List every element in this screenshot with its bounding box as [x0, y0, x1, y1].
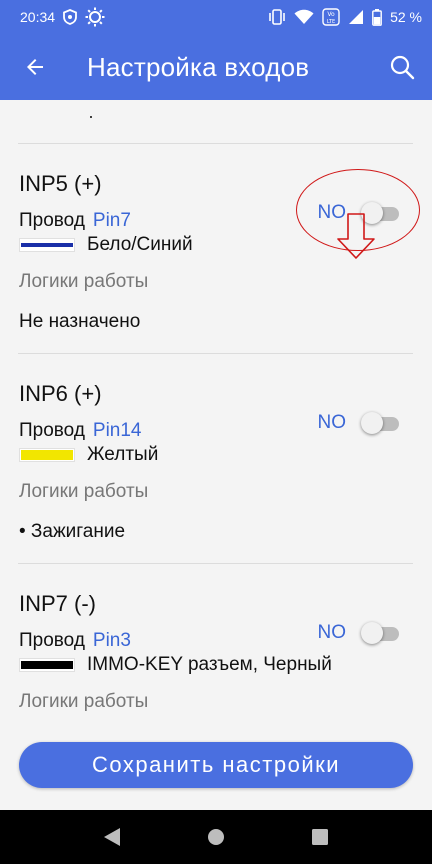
pin-link[interactable]: Pin3: [93, 630, 131, 651]
mode-label: NO: [317, 622, 347, 643]
wire-color-name: Желтый: [87, 444, 159, 465]
logic-label: Логики работы: [19, 271, 149, 292]
wifi-icon: [294, 9, 314, 25]
partial-row-text: ·: [88, 106, 94, 126]
wire-color-name: IMMO-KEY разъем, Черный: [87, 654, 332, 675]
signal-icon: [348, 9, 364, 25]
inputs-list[interactable]: · INP5 (+) Провод Pin7 Бело/Синий Логики …: [0, 100, 432, 810]
shield-icon: [63, 9, 77, 25]
wire-color-row: Желтый: [19, 444, 158, 466]
wire-label: Провод: [19, 420, 85, 441]
wire-row: Провод Pin7: [19, 210, 131, 232]
status-time: 20:34: [20, 9, 56, 25]
annotation-ellipse: [296, 169, 420, 251]
volte-icon: Vo LTE: [322, 8, 340, 26]
wire-label: Провод: [19, 630, 85, 651]
save-settings-button[interactable]: Сохранить настройки: [19, 742, 413, 788]
arrow-back-icon: [27, 59, 43, 75]
status-bar: 20:34 Vo LTE 52 %: [0, 0, 432, 34]
wire-color-row: IMMO-KEY разъем, Черный: [19, 654, 332, 676]
battery-percent: 52 %: [390, 9, 422, 25]
input-title: INP7 (-): [19, 591, 96, 616]
search-button[interactable]: [372, 34, 432, 100]
page-title: Настройка входов: [87, 51, 310, 82]
wire-color-swatch: [19, 238, 75, 252]
mode-label: NO: [317, 412, 347, 433]
wire-label: Провод: [19, 210, 85, 231]
home-circle-icon: [208, 829, 224, 845]
toggle-thumb: [361, 412, 383, 434]
logic-value[interactable]: Не назначено: [19, 311, 140, 333]
wire-color-swatch: [19, 448, 75, 462]
status-bar-right: Vo LTE 52 %: [268, 8, 422, 26]
wire-color-swatch: [19, 658, 75, 672]
input-title: INP6 (+): [19, 381, 102, 406]
app-bar: Настройка входов: [0, 34, 432, 100]
back-button[interactable]: [0, 34, 70, 100]
logic-label: Логики работы: [19, 481, 149, 502]
pin-link[interactable]: Pin7: [93, 210, 131, 231]
logic-label: Логики работы: [19, 691, 149, 712]
back-triangle-icon: [104, 828, 120, 846]
status-bar-left: 20:34: [20, 7, 105, 27]
pin-link[interactable]: Pin14: [93, 420, 142, 441]
wire-row: Провод Pin3: [19, 630, 131, 652]
brightness-icon: [85, 7, 105, 27]
battery-icon: [372, 8, 382, 26]
swatch-stripe: [21, 243, 73, 247]
input-title: INP5 (+): [19, 171, 102, 196]
wire-row: Провод Pin14: [19, 420, 142, 442]
mode-toggle[interactable]: [361, 621, 399, 645]
mode-toggle[interactable]: [361, 411, 399, 435]
swatch-stripe: [21, 661, 73, 669]
navigation-bar: [0, 810, 432, 864]
nav-recents-button[interactable]: [300, 817, 340, 857]
search-icon: [390, 55, 415, 80]
svg-text:Vo: Vo: [327, 11, 335, 18]
vibrate-icon: [268, 9, 286, 25]
nav-back-button[interactable]: [92, 817, 132, 857]
swatch-stripe: [21, 450, 73, 460]
wire-color-row: Бело/Синий: [19, 234, 193, 256]
toggle-thumb: [361, 622, 383, 644]
svg-text:LTE: LTE: [327, 19, 335, 25]
recents-square-icon: [312, 829, 328, 845]
logic-value[interactable]: • Зажигание: [19, 521, 125, 543]
input-card-inp6: INP6 (+) Провод Pin14 Желтый Логики работ…: [0, 353, 432, 563]
wire-color-name: Бело/Синий: [87, 234, 193, 255]
nav-home-button[interactable]: [196, 817, 236, 857]
